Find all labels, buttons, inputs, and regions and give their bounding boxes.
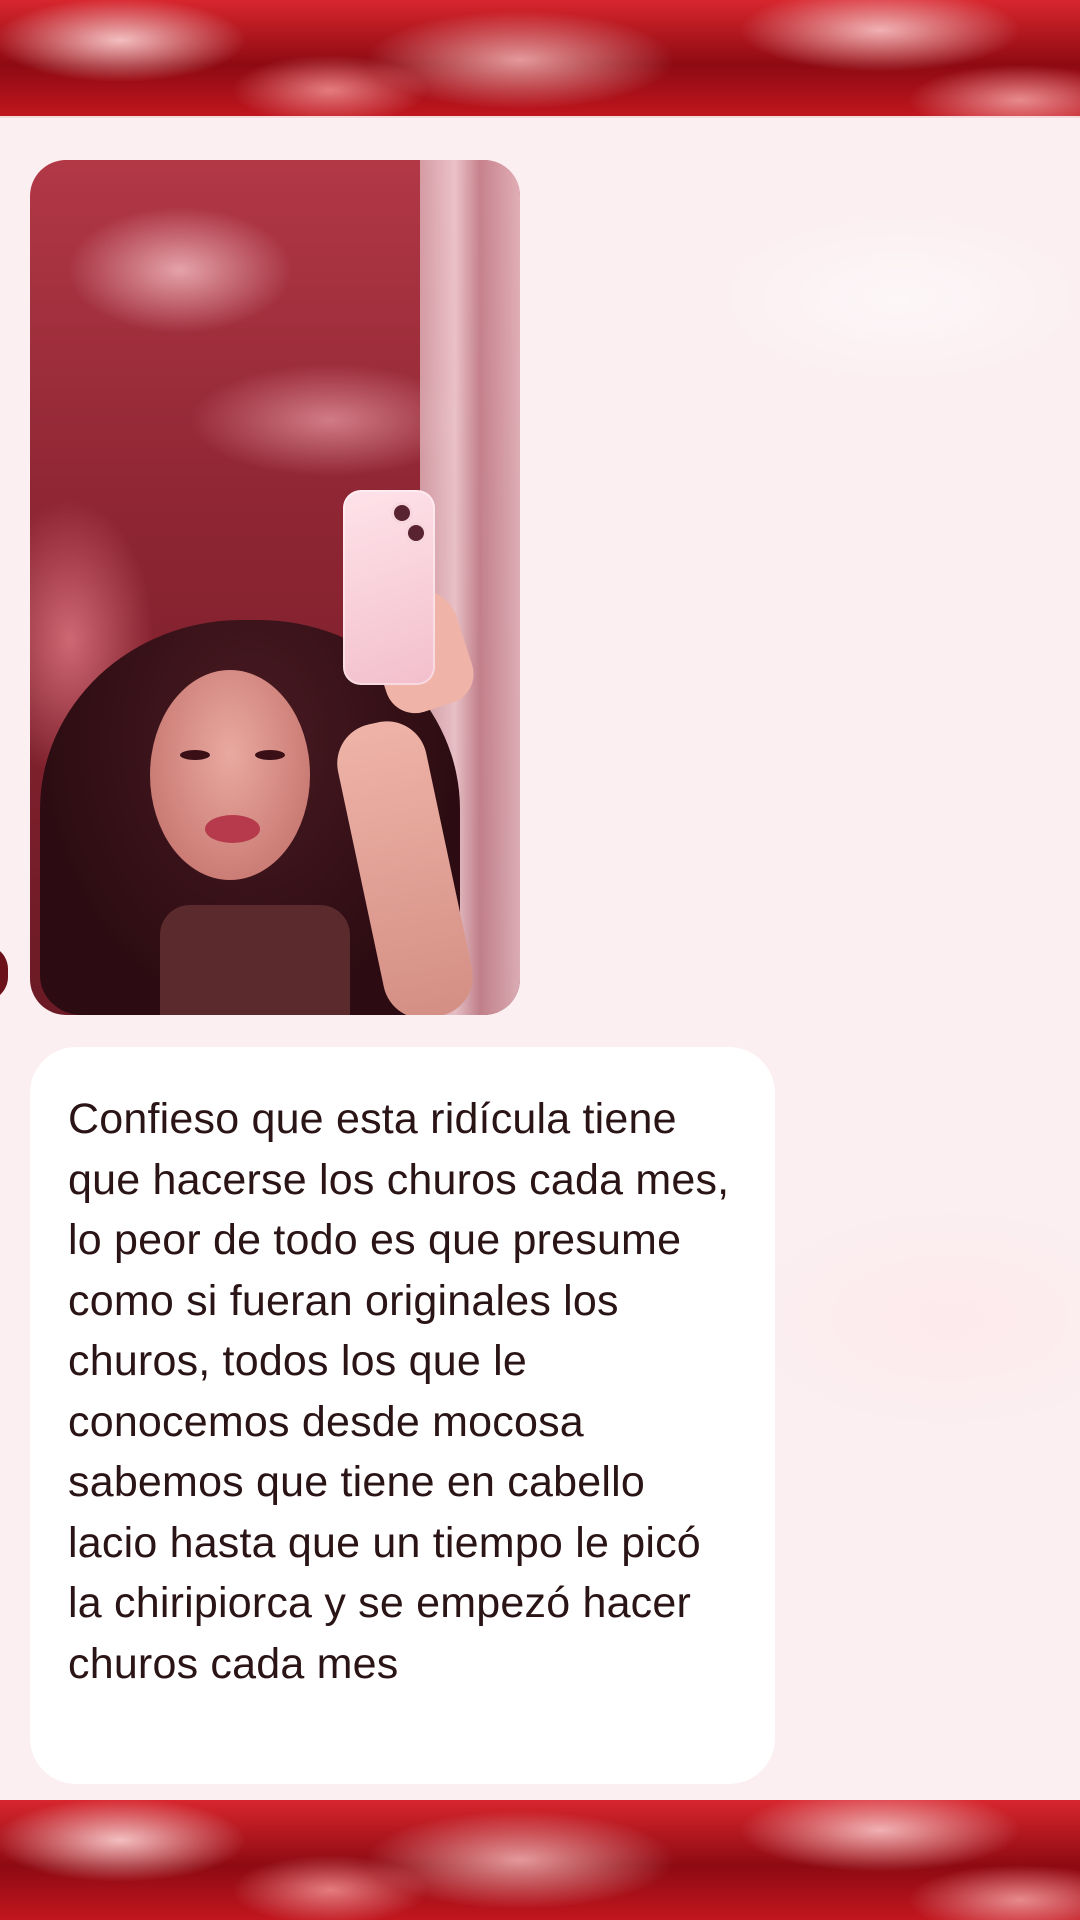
- text-message[interactable]: Confieso que esta ridícula tiene que hac…: [30, 1047, 775, 1784]
- screen: Confieso que esta ridícula tiene que hac…: [0, 0, 1080, 1920]
- image-face: [150, 670, 310, 880]
- image-torso: [160, 905, 350, 1015]
- top-smoke-banner: [0, 0, 1080, 118]
- bottom-smoke-banner: [0, 1800, 1080, 1920]
- camera-lens-icon: [391, 502, 413, 524]
- message-text: Confieso que esta ridícula tiene que hac…: [68, 1095, 730, 1688]
- phone-icon: [343, 490, 435, 685]
- image-eye-left: [180, 750, 210, 760]
- image-lips: [205, 815, 260, 843]
- camera-lens-icon: [405, 522, 427, 544]
- image-eye-right: [255, 750, 285, 760]
- image-message[interactable]: [30, 160, 520, 1015]
